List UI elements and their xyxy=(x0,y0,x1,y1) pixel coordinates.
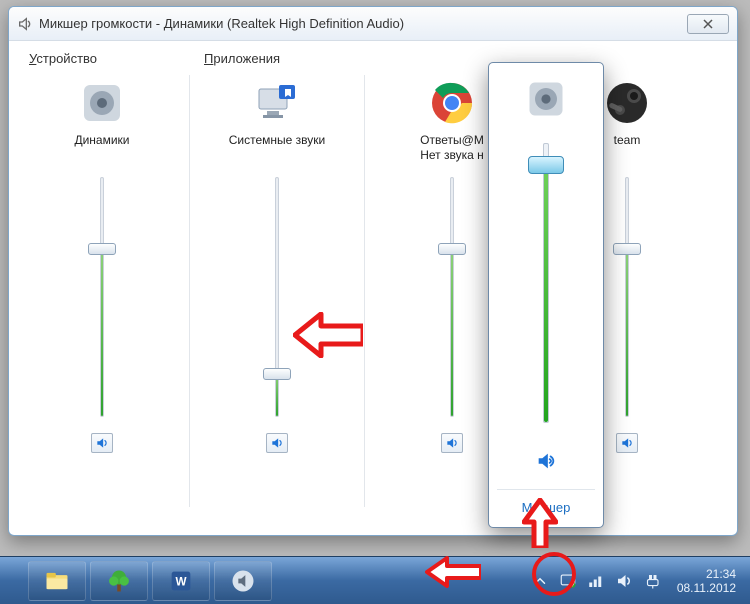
volume-mixer-window: Микшер громкости - Динамики (Realtek Hig… xyxy=(8,6,738,536)
mute-button[interactable] xyxy=(616,433,638,453)
volume-tray-icon[interactable] xyxy=(615,572,633,590)
taskbar-pinned-apps: W xyxy=(0,561,272,601)
explorer-icon[interactable] xyxy=(28,561,86,601)
speaker-device-icon[interactable] xyxy=(78,79,126,127)
close-icon xyxy=(703,19,713,29)
mixer-body: Устройство Динамики Приложения Систе xyxy=(9,41,737,535)
volume-slider[interactable] xyxy=(88,177,116,417)
mute-button[interactable] xyxy=(441,433,463,453)
steam-icon[interactable] xyxy=(603,79,651,127)
chrome-icon[interactable] xyxy=(428,79,476,127)
volume-flyout: Микшер xyxy=(488,62,604,528)
date-text: 08.11.2012 xyxy=(677,581,736,595)
title-bar[interactable]: Микшер громкости - Динамики (Realtek Hig… xyxy=(9,7,737,41)
section-label-device: Устройство xyxy=(23,51,181,71)
action-center-icon[interactable] xyxy=(559,572,577,590)
device-column: Устройство Динамики xyxy=(23,51,181,519)
clock[interactable]: 21:34 08.11.2012 xyxy=(671,567,742,595)
mute-button[interactable] xyxy=(91,433,113,453)
app-label: team xyxy=(614,133,641,165)
section-label-apps: Приложения xyxy=(198,51,356,71)
chevron-up-icon[interactable] xyxy=(531,572,549,590)
window-title: Микшер громкости - Динамики (Realtek Hig… xyxy=(39,16,687,31)
word-icon[interactable]: W xyxy=(152,561,210,601)
divider xyxy=(364,75,365,507)
divider xyxy=(189,75,190,507)
app-label: Системные звуки xyxy=(229,133,325,165)
volume-slider[interactable] xyxy=(263,177,291,417)
volume-slider[interactable] xyxy=(438,177,466,417)
power-icon[interactable] xyxy=(643,572,661,590)
app-column: Приложения Системные звуки xyxy=(198,51,356,519)
system-sounds-icon[interactable] xyxy=(253,79,301,127)
svg-text:W: W xyxy=(175,575,186,588)
tree-app-icon[interactable] xyxy=(90,561,148,601)
device-label: Динамики xyxy=(74,133,129,165)
mute-button[interactable] xyxy=(266,433,288,453)
mute-button[interactable] xyxy=(535,451,557,471)
close-button[interactable] xyxy=(687,14,729,34)
network-icon[interactable] xyxy=(587,572,605,590)
system-tray: 21:34 08.11.2012 xyxy=(531,567,750,595)
mixer-link[interactable]: Микшер xyxy=(497,489,595,519)
speaker-icon xyxy=(17,16,33,32)
master-volume-slider[interactable] xyxy=(529,143,563,423)
speaker-device-icon[interactable] xyxy=(524,77,568,121)
app-label: Ответы@M Нет звука н xyxy=(420,133,484,165)
taskbar: W 21:34 08.11.2012 xyxy=(0,556,750,604)
volume-tray-task-icon[interactable] xyxy=(214,561,272,601)
time-text: 21:34 xyxy=(677,567,736,581)
volume-slider[interactable] xyxy=(613,177,641,417)
